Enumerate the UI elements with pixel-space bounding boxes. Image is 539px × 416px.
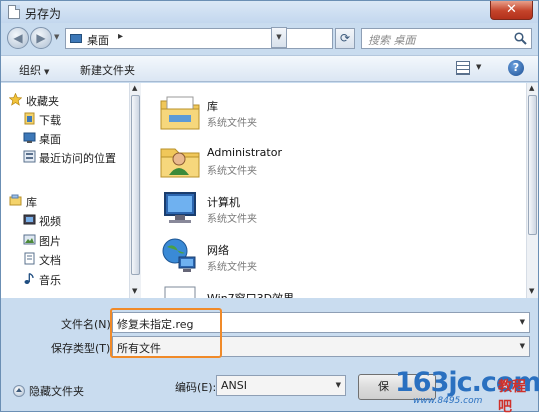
- nav-item-downloads[interactable]: 下载: [1, 110, 129, 128]
- address-path[interactable]: 桌面: [87, 32, 109, 48]
- file-name: Win7窗口3D效果: [207, 290, 294, 298]
- download-icon: [24, 112, 35, 125]
- organize-label: 组织: [19, 64, 41, 77]
- chevron-down-icon: ▼: [44, 68, 50, 76]
- help-icon[interactable]: ?: [508, 60, 524, 76]
- save-as-dialog: 另存为 ✕ ◀ ▶ ▼ 桌面 ▸ ▼ ⟳ 搜索 桌面 组织 ▼ 新建文件夹 ▼ ?: [0, 0, 539, 415]
- nav-item-music[interactable]: 音乐: [1, 270, 129, 288]
- watermark-logo: 163jc.com 教程吧 www.8495.com: [395, 367, 539, 415]
- encoding-value: ANSI: [221, 379, 247, 392]
- view-dropdown[interactable]: ▼: [476, 63, 481, 71]
- chevron-down-icon[interactable]: ▼: [520, 318, 525, 326]
- nav-favorites-label: 收藏夹: [26, 95, 59, 108]
- nav-item-label: 文档: [39, 254, 61, 267]
- file-name: 网络: [207, 244, 229, 257]
- file-type: 系统文件夹: [207, 118, 257, 129]
- close-button[interactable]: ✕: [490, 1, 533, 20]
- watermark-tail: 教程吧: [498, 379, 526, 415]
- view-options-icon[interactable]: [456, 61, 470, 75]
- file-item-network[interactable]: 网络 系统文件夹: [159, 235, 489, 283]
- back-button[interactable]: ◀: [7, 27, 29, 49]
- file-item-library[interactable]: 库 系统文件夹: [159, 91, 489, 139]
- hide-folders-button[interactable]: 隐藏文件夹: [13, 383, 84, 399]
- file-item-computer[interactable]: 计算机 系统文件夹: [159, 187, 489, 235]
- file-scrollbar[interactable]: ▲ ▼: [526, 83, 538, 298]
- navigation-pane: 收藏夹 下载 桌面 最近访问的位置 库 视频 图片 文档 音乐: [1, 83, 129, 298]
- nav-item-videos[interactable]: 视频: [1, 211, 129, 229]
- scrollbar-thumb[interactable]: [528, 95, 537, 235]
- scroll-up-icon[interactable]: ▲: [529, 84, 534, 92]
- library-folder-icon: [160, 96, 200, 130]
- file-item-administrator[interactable]: Administrator 系统文件夹: [159, 139, 489, 187]
- file-type: 系统文件夹: [207, 214, 257, 225]
- desktop-icon: [23, 132, 36, 143]
- nav-item-pictures[interactable]: 图片: [1, 231, 129, 249]
- annotation-highlight: [110, 308, 222, 358]
- window-title: 另存为: [25, 7, 62, 21]
- nav-favorites[interactable]: 收藏夹: [1, 91, 129, 109]
- file-name: 库: [207, 100, 218, 113]
- refresh-button[interactable]: ⟳: [335, 28, 355, 49]
- file-type: 系统文件夹: [207, 166, 257, 177]
- video-icon: [23, 214, 36, 225]
- file-type: 系统文件夹: [207, 262, 257, 273]
- nav-item-documents[interactable]: 文档: [1, 250, 129, 268]
- filetype-label: 保存类型(T):: [51, 342, 115, 355]
- encoding-select[interactable]: ANSI ▼: [216, 375, 346, 396]
- pictures-icon: [23, 234, 36, 245]
- nav-item-label: 视频: [39, 215, 61, 228]
- file-name: Administrator: [207, 146, 282, 159]
- search-icon[interactable]: [514, 32, 527, 45]
- nav-item-label: 最近访问的位置: [39, 152, 116, 165]
- document-icon: [8, 5, 20, 19]
- nav-item-label: 下载: [39, 114, 61, 127]
- network-icon: [162, 238, 196, 272]
- nav-item-label: 桌面: [39, 133, 61, 146]
- organize-button[interactable]: 组织 ▼: [19, 62, 49, 78]
- new-folder-button[interactable]: 新建文件夹: [80, 62, 135, 78]
- chevron-down-icon[interactable]: ▼: [336, 381, 341, 389]
- nav-item-label: 音乐: [39, 274, 61, 287]
- chevron-up-icon: [13, 385, 25, 397]
- address-row: ◀ ▶ ▼ 桌面 ▸ ▼ ⟳ 搜索 桌面: [1, 23, 538, 53]
- toolbar: 组织 ▼ 新建文件夹 ▼ ?: [1, 55, 538, 82]
- documents-icon: [24, 252, 35, 265]
- recent-pages-dropdown[interactable]: ▼: [54, 33, 59, 41]
- address-dropdown[interactable]: ▼: [271, 27, 287, 48]
- chevron-down-icon[interactable]: ▼: [520, 342, 525, 350]
- search-input[interactable]: 搜索 桌面: [361, 28, 532, 49]
- forward-button[interactable]: ▶: [30, 27, 52, 49]
- scrollbar-thumb[interactable]: [131, 95, 140, 275]
- nav-libraries[interactable]: 库: [1, 192, 129, 210]
- address-bar[interactable]: 桌面 ▸: [65, 28, 333, 49]
- nav-item-label: 图片: [39, 235, 61, 248]
- nav-scrollbar[interactable]: ▲ ▼: [129, 83, 141, 298]
- scroll-up-icon[interactable]: ▲: [132, 84, 137, 92]
- file-list: 库 系统文件夹 Administrator 系统文件夹 计算机 系统文件夹 网络…: [141, 83, 526, 298]
- file-name: 计算机: [207, 196, 240, 209]
- star-icon: [9, 93, 22, 106]
- scroll-down-icon[interactable]: ▼: [132, 287, 137, 295]
- nav-libraries-label: 库: [26, 196, 37, 209]
- title-bar: 另存为 ✕: [1, 1, 538, 23]
- nav-item-desktop[interactable]: 桌面: [1, 129, 129, 147]
- encoding-label: 编码(E):: [175, 381, 217, 394]
- breadcrumb-separator[interactable]: ▸: [118, 31, 123, 42]
- music-icon: [24, 272, 34, 284]
- desktop-icon: [70, 34, 82, 43]
- document-icon: [164, 286, 196, 298]
- filename-label: 文件名(N):: [61, 318, 115, 331]
- file-item-win7-3d[interactable]: Win7窗口3D效果: [159, 283, 489, 298]
- nav-item-recent-places[interactable]: 最近访问的位置: [1, 148, 129, 166]
- user-folder-icon: [160, 148, 200, 178]
- recent-places-icon: [23, 150, 36, 163]
- scroll-down-icon[interactable]: ▼: [529, 287, 534, 295]
- hide-folders-label: 隐藏文件夹: [29, 385, 84, 398]
- search-placeholder: 搜索 桌面: [368, 34, 416, 47]
- computer-icon: [164, 192, 196, 223]
- library-icon: [9, 194, 22, 206]
- watermark-url: www.8495.com: [413, 396, 483, 406]
